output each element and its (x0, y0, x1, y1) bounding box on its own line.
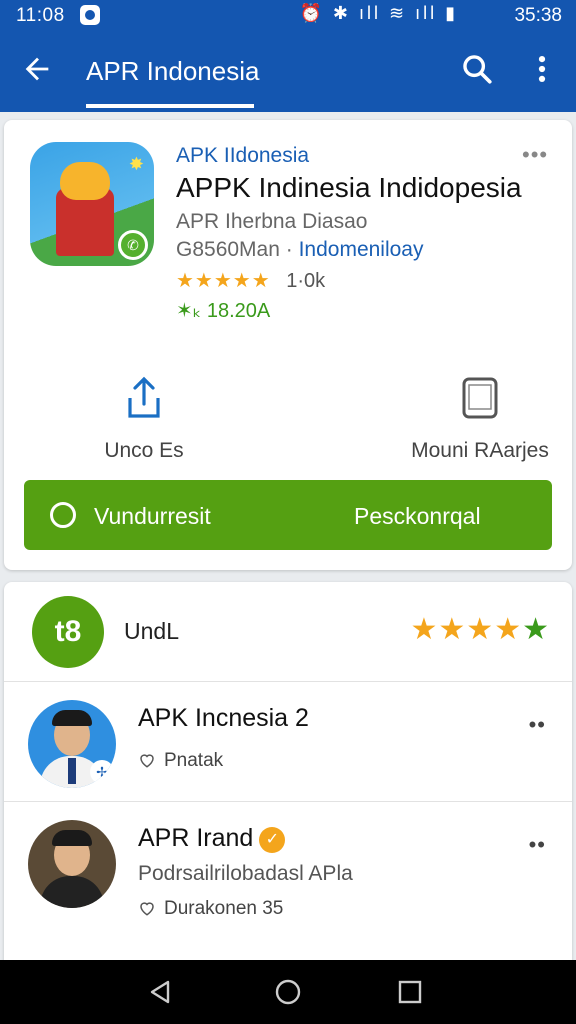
install-left-label: Vundurresit (94, 503, 211, 529)
search-icon[interactable] (460, 52, 494, 86)
device-action[interactable]: Mouni RAarjes (380, 376, 576, 463)
reviews-stars: ★★★★★ (411, 612, 550, 647)
heart-icon (140, 754, 154, 768)
avatar: ✢ (28, 700, 116, 788)
share-action[interactable]: Unco Es (44, 376, 244, 463)
share-icon (128, 376, 160, 418)
app-bar-title: APR Indonesia (86, 56, 260, 86)
status-clock: 35:38 (514, 5, 562, 26)
title-underline (86, 104, 254, 108)
nav-home-icon[interactable] (272, 976, 304, 1008)
app-meta-prefix: G8560Man (176, 238, 280, 261)
nav-recents-icon[interactable] (394, 976, 426, 1008)
app-detail-card: ✸ ✆ APK IIdonesia ••• APPK Indinesia Ind… (4, 120, 572, 570)
avatar (28, 820, 116, 908)
heart-icon (140, 902, 154, 916)
review-menu-button[interactable]: •• (529, 832, 546, 858)
review-likes-text: Pnatak (164, 750, 224, 771)
reviews-label: UndL (124, 618, 179, 644)
notification-icon (80, 5, 100, 25)
app-bar: APR Indonesia (0, 34, 576, 108)
rating-stars: ★★★★★ (176, 270, 271, 292)
overflow-menu-icon[interactable] (530, 52, 554, 86)
download-count-value: 18.20A (206, 300, 271, 322)
developer-name[interactable]: APK IIdonesia (176, 144, 309, 168)
app-meta-separator: · (279, 238, 299, 261)
reviews-stars-gold: ★★★★ (410, 613, 523, 646)
status-time: 11:08 (16, 5, 65, 26)
avatar-badge-icon: ✢ (90, 760, 114, 784)
review-item[interactable]: APR Irand ✓ Podrsailrilobadasl APla Durak… (4, 802, 572, 942)
sun-icon: ✸ (128, 154, 144, 174)
avatar-hair (52, 710, 92, 726)
top-bar: 11:08 ⏰ ✱ ıll ≋ ıll ▮ 35:38 APR Indonesi… (0, 0, 576, 112)
score-badge: t8 (32, 596, 104, 668)
status-bar: 11:08 ⏰ ✱ ıll ≋ ıll ▮ 35:38 (0, 0, 576, 34)
app-meta: G8560Man · Indomeniloay (176, 238, 424, 262)
nav-back-icon[interactable] (144, 976, 176, 1008)
app-menu-button[interactable]: ••• (522, 142, 548, 168)
rating-count: 1·0k (286, 270, 326, 292)
review-name-text: APR Irand (138, 824, 254, 852)
review-likes-text: Durakonen 35 (164, 898, 284, 919)
mascot-head (60, 162, 110, 200)
system-nav-bar (0, 960, 576, 1024)
share-action-label: Unco Es (104, 439, 184, 462)
reviews-card: t8 UndL ★★★★★ ✢ APK Incnesia 2 Pnatak ••… (4, 582, 572, 962)
download-count: ✶ₖ 18.20A (176, 298, 270, 323)
review-item[interactable]: ✢ APK Incnesia 2 Pnatak •• (4, 682, 572, 802)
reviews-star-green: ★ (522, 613, 550, 646)
download-icon: ✶ₖ (176, 300, 207, 322)
avatar-hair (52, 830, 92, 846)
avatar-tie (68, 758, 76, 784)
review-name: APR Irand ✓ (138, 824, 286, 853)
app-icon: ✸ ✆ (30, 142, 154, 266)
app-rating: ★★★★★ 1·0k (176, 268, 325, 293)
back-arrow-icon[interactable] (20, 52, 54, 86)
app-subtitle: APR Iherbna Diasao (176, 210, 368, 233)
phone-icon (462, 377, 498, 419)
reviews-header: t8 UndL ★★★★★ (4, 582, 572, 682)
review-menu-button[interactable]: •• (529, 712, 546, 738)
install-right-label: Pesckonrqal (354, 503, 481, 529)
review-description: Podrsailrilobadasl APla (138, 862, 353, 885)
install-button[interactable]: Vundurresit Pesckonrqal (24, 480, 552, 550)
review-name: APK Incnesia 2 (138, 704, 309, 732)
review-likes[interactable]: Pnatak (138, 750, 223, 772)
app-title: APPK Indinesia Indidopesia (176, 172, 522, 203)
search-circle-icon (50, 502, 76, 528)
review-likes[interactable]: Durakonen 35 (138, 898, 283, 920)
phone-badge-icon: ✆ (118, 230, 148, 260)
app-meta-link[interactable]: Indomeniloay (299, 238, 424, 261)
status-icons: ⏰ ✱ ıll ≋ ıll ▮ (299, 3, 458, 23)
avatar-jacket (40, 876, 104, 908)
verified-badge-icon: ✓ (259, 827, 286, 853)
device-action-label: Mouni RAarjes (411, 439, 549, 462)
